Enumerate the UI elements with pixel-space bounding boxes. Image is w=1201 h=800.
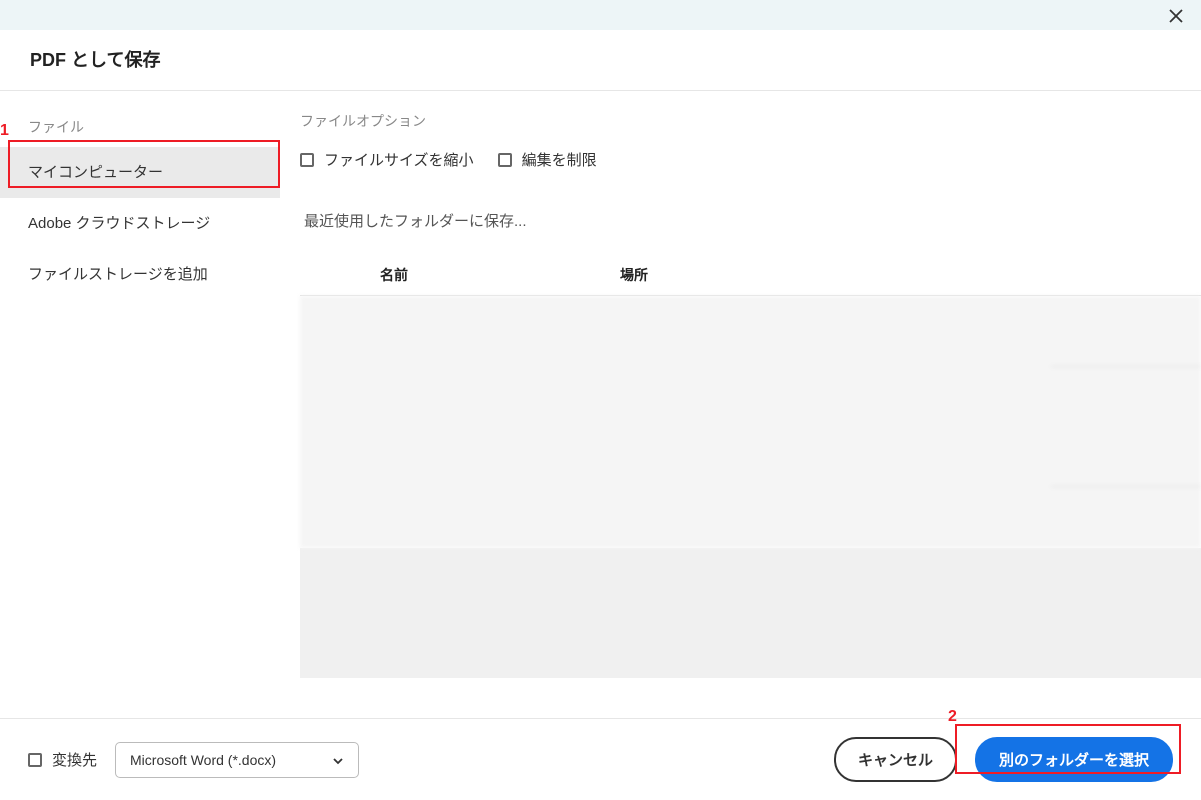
sidebar: ファイル マイコンピューター Adobe クラウドストレージ ファイルストレージ…: [0, 91, 280, 706]
sidebar-item-label: Adobe クラウドストレージ: [28, 215, 210, 232]
sidebar-item-add-storage[interactable]: ファイルストレージを追加: [0, 249, 280, 300]
convert-option: 変換先: [28, 749, 97, 770]
restrict-edit-option: 編集を制限: [498, 149, 597, 170]
reduce-size-checkbox[interactable]: [300, 153, 314, 167]
recent-list-empty: [300, 548, 1201, 678]
divider: [1051, 366, 1201, 367]
recent-folders-label: 最近使用したフォルダーに保存...: [300, 210, 1201, 231]
column-header-name[interactable]: 名前: [300, 265, 580, 285]
recent-list-blurred: [300, 296, 1201, 548]
file-options-section: ファイルオプション ファイルサイズを縮小 編集を制限: [300, 111, 1201, 170]
options-row: ファイルサイズを縮小 編集を制限: [300, 149, 1201, 170]
dialog-title: PDF として保存: [30, 46, 1171, 72]
column-header-location[interactable]: 場所: [580, 265, 1201, 285]
recent-table-header: 名前 場所: [300, 255, 1201, 296]
sidebar-item-label: ファイルストレージを追加: [28, 266, 208, 283]
main-content: ファイル マイコンピューター Adobe クラウドストレージ ファイルストレージ…: [0, 91, 1201, 706]
footer-left: 変換先 Microsoft Word (*.docx): [28, 742, 359, 778]
dialog-header: [0, 0, 1201, 30]
options-section-label: ファイルオプション: [300, 111, 1201, 131]
annotation-label-2: 2: [948, 708, 957, 726]
chevron-down-icon: [332, 754, 344, 766]
title-bar: PDF として保存: [0, 30, 1201, 91]
cancel-button[interactable]: キャンセル: [834, 737, 957, 782]
content-panel: ファイルオプション ファイルサイズを縮小 編集を制限 最近使用したフォルダーに保…: [280, 91, 1201, 706]
choose-folder-button[interactable]: 別のフォルダーを選択: [975, 737, 1173, 782]
annotation-label-1: 1: [0, 122, 9, 140]
reduce-size-option: ファイルサイズを縮小: [300, 149, 474, 170]
sidebar-item-label: マイコンピューター: [28, 164, 163, 181]
convert-label: 変換先: [52, 749, 97, 770]
sidebar-item-my-computer[interactable]: マイコンピューター: [0, 147, 280, 198]
divider: [1051, 486, 1201, 487]
dialog-footer: 変換先 Microsoft Word (*.docx) キャンセル 別のフォルダ…: [0, 718, 1201, 800]
format-selected-text: Microsoft Word (*.docx): [130, 752, 276, 768]
reduce-size-label: ファイルサイズを縮小: [324, 149, 474, 170]
footer-right: キャンセル 別のフォルダーを選択: [834, 737, 1173, 782]
close-icon[interactable]: [1169, 9, 1183, 23]
restrict-edit-label: 編集を制限: [522, 149, 597, 170]
sidebar-item-cloud-storage[interactable]: Adobe クラウドストレージ: [0, 198, 280, 249]
restrict-edit-checkbox[interactable]: [498, 153, 512, 167]
sidebar-section-label: ファイル: [0, 111, 280, 147]
format-dropdown[interactable]: Microsoft Word (*.docx): [115, 742, 359, 778]
convert-checkbox[interactable]: [28, 753, 42, 767]
